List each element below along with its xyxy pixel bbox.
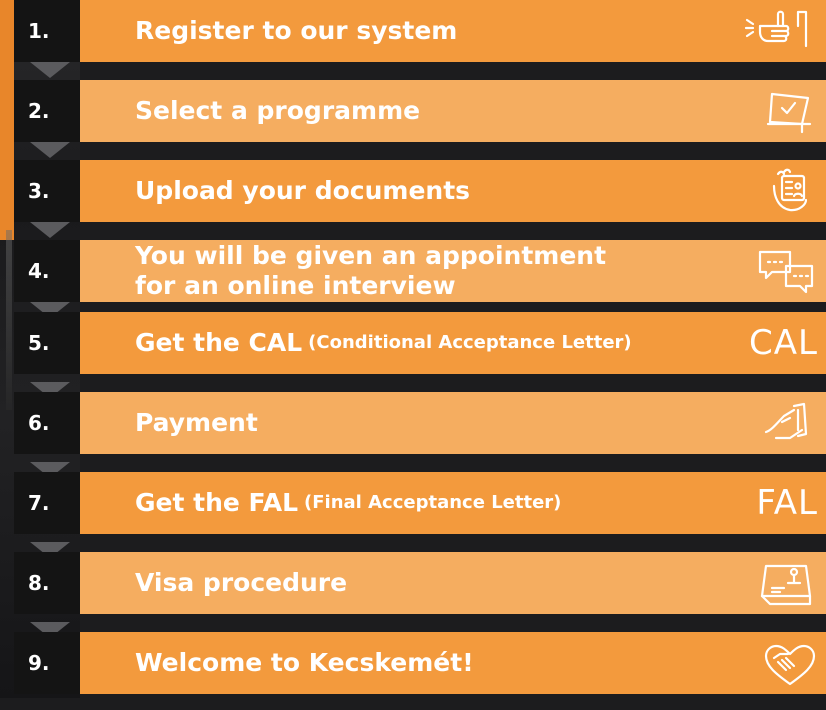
step-title: Payment — [135, 392, 258, 454]
step-title-text: Get the FAL — [135, 488, 299, 517]
step-1: 1. Register to our system — [0, 0, 826, 78]
step-title: Register to our system — [135, 0, 457, 62]
step-number: 5. — [28, 331, 50, 355]
step-title-text: Visa procedure — [135, 568, 348, 597]
chat-bubbles-icon — [738, 245, 818, 297]
step-arrow — [30, 62, 70, 78]
step-3: 3. Upload your documents — [0, 160, 826, 238]
step-number: 7. — [28, 491, 50, 515]
step-title-text: Payment — [135, 408, 258, 437]
handshake-heart-icon — [738, 637, 818, 689]
step-number: 8. — [28, 571, 50, 595]
step-8: 8. Visa procedure — [0, 552, 826, 630]
steps-list: 1. Register to our system 2. Select a pr… — [0, 0, 826, 698]
cal-text: CAL — [749, 323, 818, 363]
hand-document-icon — [738, 165, 818, 217]
step-subtitle: (Conditional Acceptance Letter) — [308, 332, 632, 353]
step-title: Visa procedure — [135, 552, 347, 614]
step-number: 4. — [28, 259, 50, 283]
hand-press-icon — [738, 5, 818, 57]
step-title: You will be given an appointment for an … — [135, 240, 606, 302]
checkbox-ballot-icon — [738, 85, 818, 137]
step-title-line-1: You will be given an appointment — [135, 241, 607, 270]
step-title-text: Welcome to Kecskemét! — [135, 648, 474, 677]
step-4: 4. You will be given an appointment for … — [0, 240, 826, 318]
fal-badge: FAL — [738, 477, 818, 529]
step-arrow — [30, 222, 70, 238]
step-number: 1. — [28, 19, 50, 43]
step-number: 6. — [28, 411, 50, 435]
step-number: 2. — [28, 99, 50, 123]
step-title-text: Upload your documents — [135, 176, 471, 205]
step-title: Upload your documents — [135, 160, 470, 222]
step-title-line-2: for an online interview — [135, 271, 456, 300]
step-title: Get the FAL (Final Acceptance Letter) — [135, 472, 561, 534]
card-payment-icon — [738, 397, 818, 449]
step-6: 6. Payment — [0, 392, 826, 470]
step-title-text: Select a programme — [135, 96, 421, 125]
stamp-icon — [738, 557, 818, 609]
fal-text: FAL — [756, 483, 818, 523]
step-subtitle: (Final Acceptance Letter) — [304, 492, 562, 513]
step-title-text: Get the CAL — [135, 328, 303, 357]
step-arrow — [30, 142, 70, 158]
step-title: Welcome to Kecskemét! — [135, 632, 474, 694]
step-2: 2. Select a programme — [0, 80, 826, 158]
step-number: 3. — [28, 179, 50, 203]
step-title: Select a programme — [135, 80, 420, 142]
step-5: 5. Get the CAL (Conditional Acceptance L… — [0, 312, 826, 390]
step-title: Get the CAL (Conditional Acceptance Lett… — [135, 312, 632, 374]
step-title-text: Register to our system — [135, 16, 458, 45]
step-7: 7. Get the FAL (Final Acceptance Letter)… — [0, 472, 826, 550]
cal-badge: CAL — [738, 317, 818, 369]
step-number: 9. — [28, 651, 50, 675]
